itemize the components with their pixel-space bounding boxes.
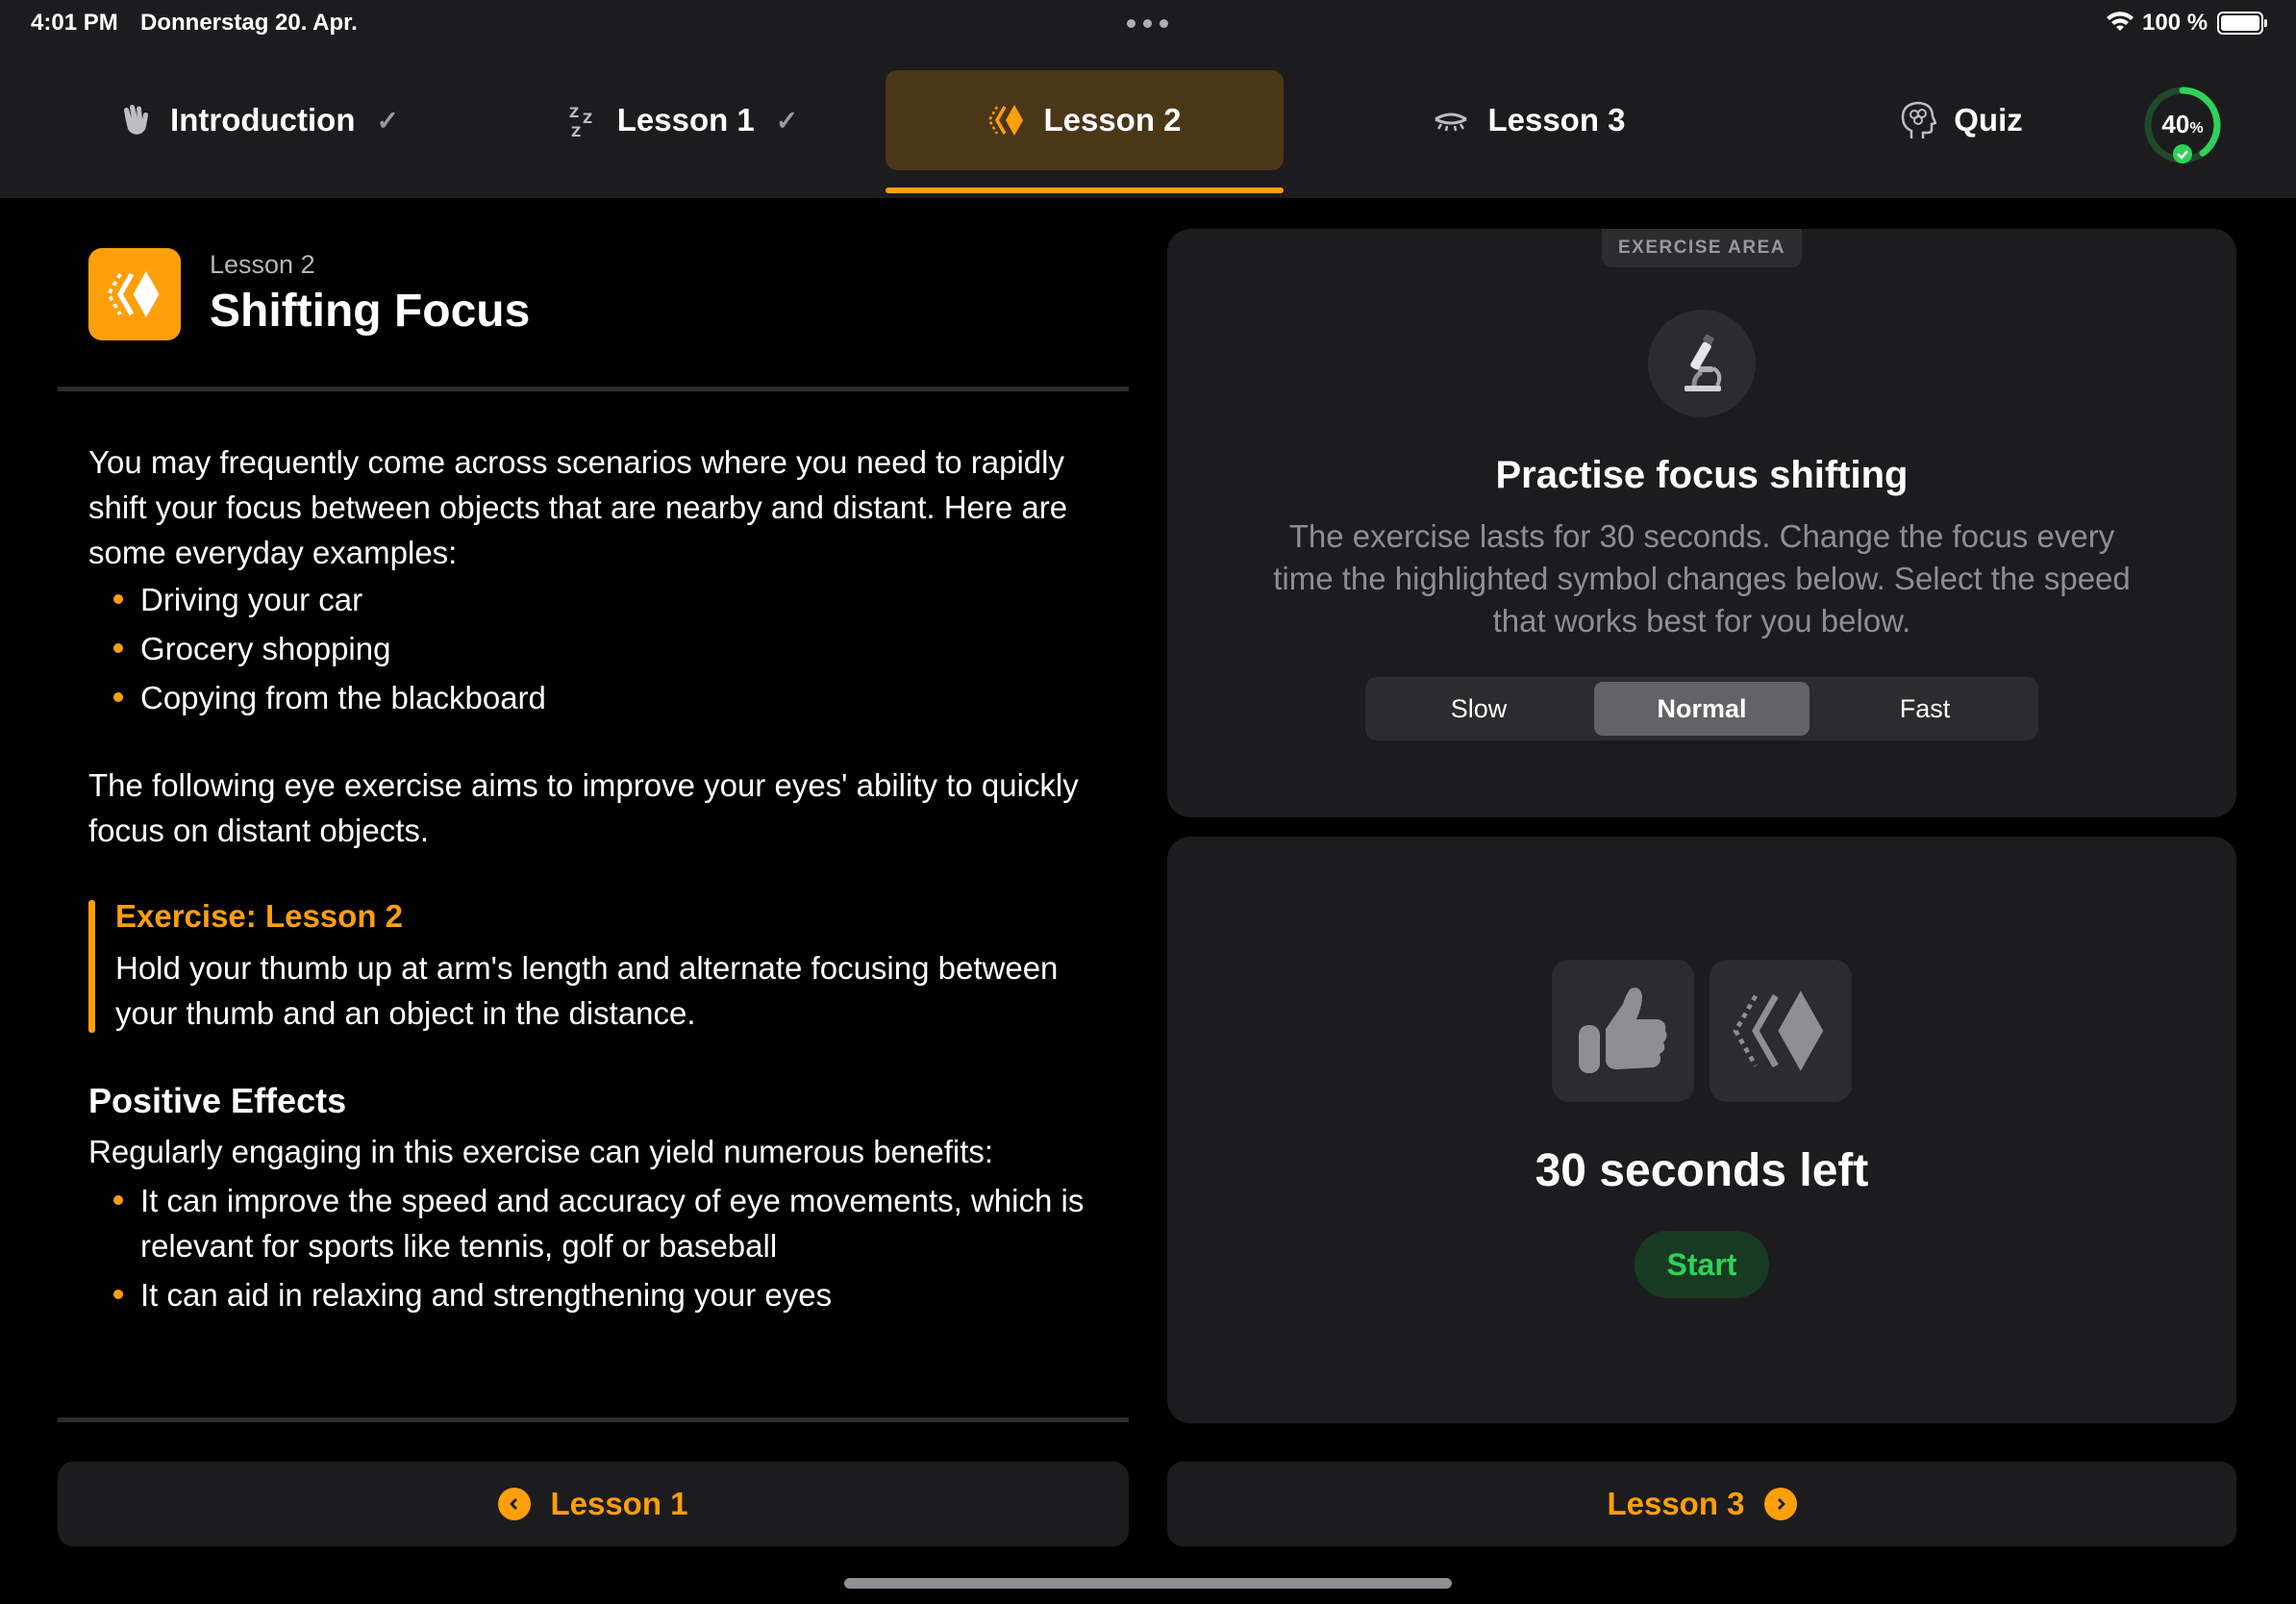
svg-text:Z: Z <box>571 125 581 138</box>
list-item: Driving your car <box>113 575 546 624</box>
exercise-title: Exercise: Lesson 2 <box>115 898 403 934</box>
battery-percent: 100 % <box>2142 10 2209 36</box>
tab-lesson-2[interactable]: Lesson 2 <box>886 70 1284 170</box>
list-item: It can improve the speed and accuracy of… <box>113 1178 1113 1268</box>
tab-label: Quiz <box>1954 102 2023 138</box>
divider <box>58 1417 1129 1422</box>
lesson-focus-icon <box>88 248 181 340</box>
multitasking-dots-icon[interactable] <box>1127 19 1168 28</box>
checkmark-icon: ✓ <box>775 105 799 136</box>
zzz-sleep-icon: Z Z Z <box>569 106 592 138</box>
list-item: Copying from the blackboard <box>113 673 546 722</box>
focus-diamond-symbol <box>1710 960 1852 1102</box>
time-remaining: 30 seconds left <box>1535 1145 1869 1196</box>
wifi-icon <box>2107 12 2134 31</box>
effects-intro: Regularly engaging in this exercise can … <box>88 1134 994 1169</box>
start-button[interactable]: Start <box>1635 1231 1769 1298</box>
speed-segmented-control: Slow Normal Fast <box>1365 677 2038 740</box>
list-item: It can aid in relaxing and strengthening… <box>113 1272 1113 1317</box>
exercise-title: Practise focus shifting <box>1495 454 1909 496</box>
focus-diamond-icon <box>106 271 160 317</box>
speed-option-fast[interactable]: Fast <box>1817 682 2033 736</box>
chevron-left-icon <box>498 1488 532 1520</box>
lesson-tab-bar: Introduction ✓ Z Z Z Lesson 1 ✓ Lesson 2… <box>0 46 2296 198</box>
tab-label: Lesson 1 <box>616 102 755 138</box>
chevron-right-icon <box>1763 1488 1797 1520</box>
speed-option-normal[interactable]: Normal <box>1594 682 1809 736</box>
next-lesson-label: Lesson 3 <box>1607 1486 1745 1521</box>
closed-eye-icon <box>1435 113 1468 132</box>
home-indicator[interactable] <box>844 1578 1452 1589</box>
microscope-icon <box>1648 310 1756 417</box>
active-tab-indicator <box>886 188 1284 193</box>
thumbs-up-icon <box>1579 988 1667 1073</box>
divider <box>58 387 1129 391</box>
focus-diamond-icon <box>988 105 1024 136</box>
intro-paragraph: You may frequently come across scenarios… <box>88 444 1068 570</box>
svg-text:Z: Z <box>569 106 579 121</box>
list-item: Grocery shopping <box>113 624 546 673</box>
tab-lesson-1[interactable]: Z Z Z Lesson 1 ✓ <box>548 70 817 170</box>
previous-lesson-label: Lesson 1 <box>550 1486 688 1521</box>
timer-card <box>1167 837 2236 1423</box>
progress-label: 40% <box>2161 110 2204 138</box>
effects-list: It can improve the speed and accuracy of… <box>113 1178 1113 1321</box>
status-bar: 4:01 PM Donnerstag 20. Apr. 100 % <box>0 0 2296 46</box>
battery-icon <box>2217 12 2267 35</box>
checkmark-icon: ✓ <box>376 105 399 136</box>
lesson-subtitle: Lesson 2 <box>210 250 315 279</box>
next-lesson-button[interactable]: Lesson 3 <box>1167 1462 2236 1546</box>
page-title: Shifting Focus <box>210 286 531 337</box>
status-time: 4:01 PM <box>31 10 118 36</box>
hand-wave-icon <box>123 104 149 135</box>
brain-head-icon <box>1901 101 1937 138</box>
exercise-callout-bar <box>88 900 95 1033</box>
effects-heading: Positive Effects <box>88 1081 347 1120</box>
tab-label: Lesson 2 <box>1043 102 1182 138</box>
tab-quiz[interactable]: Quiz <box>1836 70 2086 170</box>
speed-option-slow[interactable]: Slow <box>1371 682 1586 736</box>
aim-paragraph: The following eye exercise aims to impro… <box>88 767 1079 848</box>
exercise-description: The exercise lasts for 30 seconds. Chang… <box>1273 518 2131 639</box>
previous-lesson-button[interactable]: Lesson 1 <box>58 1462 1129 1546</box>
focus-diamond-icon <box>1733 990 1824 1071</box>
thumbs-up-symbol <box>1552 960 1694 1102</box>
exercise-area-badge: EXERCISE AREA <box>1602 229 1802 267</box>
tab-lesson-3[interactable]: Lesson 3 <box>1394 70 1663 170</box>
status-date: Donnerstag 20. Apr. <box>140 10 358 36</box>
examples-list: Driving your car Grocery shopping Copyin… <box>113 575 546 722</box>
tab-label: Lesson 3 <box>1487 102 1626 138</box>
tab-label: Introduction <box>170 102 356 138</box>
svg-text:Z: Z <box>583 112 592 127</box>
exercise-instructions: Hold your thumb up at arm's length and a… <box>115 950 1059 1031</box>
tab-introduction[interactable]: Introduction ✓ <box>85 70 431 170</box>
